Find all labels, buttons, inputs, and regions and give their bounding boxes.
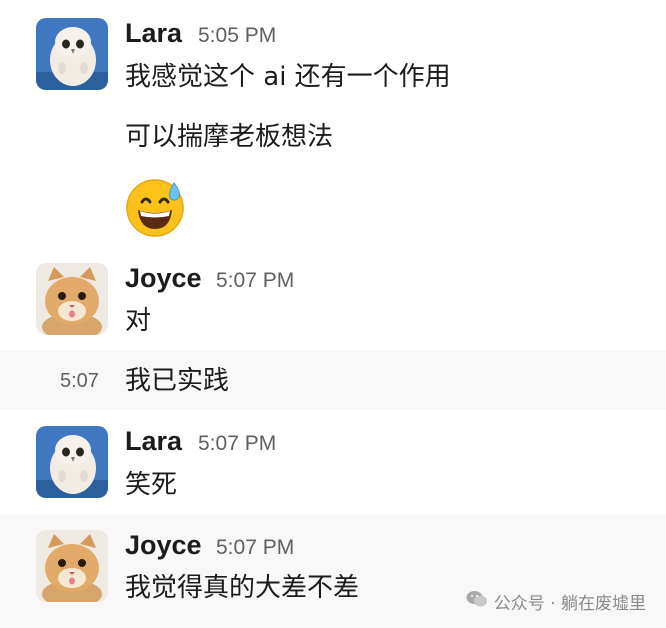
lara-avatar[interactable]	[36, 426, 108, 498]
message-text: 对	[125, 306, 152, 336]
author-name[interactable]: Joyce	[125, 529, 202, 561]
author-name[interactable]: Joyce	[125, 262, 202, 294]
author-name[interactable]: Lara	[125, 17, 182, 49]
message-joyce-1[interactable]: Joyce 5:07 PM 对	[0, 250, 666, 350]
watermark-text: 公众号 · 躺在废墟里	[493, 594, 646, 614]
message-text: 可以揣摩老板想法	[125, 122, 334, 152]
message-lara-2[interactable]: Lara 5:07 PM 笑死	[0, 410, 666, 515]
timestamp[interactable]: 5:07 PM	[198, 428, 276, 460]
message-lara-1[interactable]: Lara 5:05 PM 我感觉这个 ai 还有一个作用 可以揣摩老板想法	[0, 0, 666, 250]
message-text: 笑死	[125, 470, 178, 500]
message-continuation[interactable]: 5:07 我已实践	[0, 350, 666, 410]
joyce-avatar[interactable]	[36, 530, 108, 602]
lara-avatar[interactable]	[36, 18, 108, 90]
timestamp[interactable]: 5:07 PM	[216, 532, 294, 564]
message-text: 我感觉这个 ai 还有一个作用	[125, 62, 451, 92]
timestamp[interactable]: 5:05 PM	[198, 20, 276, 52]
watermark: 公众号 · 躺在废墟里	[466, 589, 646, 614]
message-text: 我觉得真的大差不差	[125, 573, 360, 603]
short-timestamp[interactable]: 5:07	[60, 363, 99, 399]
author-name[interactable]: Lara	[125, 425, 182, 457]
wechat-icon	[466, 590, 488, 613]
grinning-face-with-sweat-icon	[125, 177, 185, 241]
message-text: 我已实践	[125, 366, 230, 396]
timestamp[interactable]: 5:07 PM	[216, 265, 294, 297]
joyce-avatar[interactable]	[36, 263, 108, 335]
